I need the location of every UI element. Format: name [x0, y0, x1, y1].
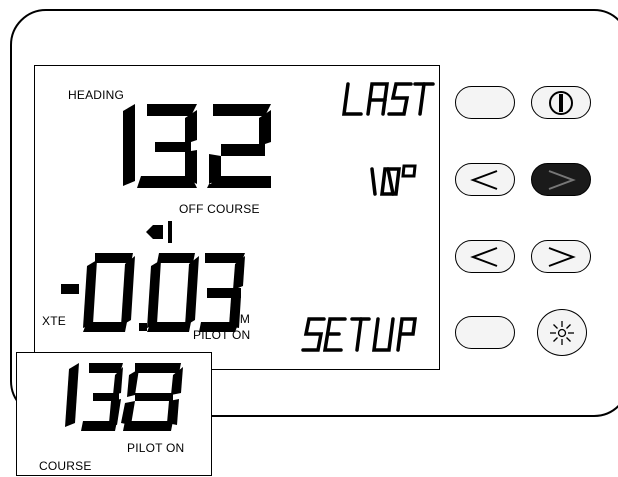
sun-icon — [550, 320, 574, 345]
off-course-label: OFF COURSE — [179, 202, 260, 216]
angle-text — [370, 164, 417, 196]
xte-digits — [61, 253, 245, 332]
backlight-button[interactable] — [537, 309, 587, 356]
power-icon — [549, 90, 573, 115]
last-text — [342, 82, 435, 116]
setup-text — [301, 317, 417, 352]
chevron-left-icon — [470, 169, 498, 190]
course-label: COURSE — [39, 459, 92, 473]
lcd-screen: HEADING OFF COURSE XTE NM PILOT ON — [34, 65, 440, 370]
blank-button-1[interactable] — [455, 86, 515, 119]
right-arrow-button-1[interactable] — [531, 163, 591, 196]
heading-label: HEADING — [68, 88, 125, 102]
heading-digits — [123, 104, 271, 188]
course-inset: PILOT ON COURSE — [16, 352, 212, 476]
blank-button-2[interactable] — [455, 316, 515, 349]
left-arrow-button-2[interactable] — [455, 240, 515, 273]
inset-pilot-on-label: PILOT ON — [127, 441, 185, 455]
nm-label: NM — [231, 312, 251, 326]
off-course-arrow — [146, 221, 172, 243]
left-arrow-button-1[interactable] — [455, 163, 515, 196]
chevron-right-icon — [548, 169, 576, 190]
right-arrow-button-2[interactable] — [531, 240, 591, 273]
chevron-left-icon — [470, 246, 498, 267]
chevron-right-icon — [548, 246, 576, 267]
power-button[interactable] — [531, 86, 591, 119]
xte-label: XTE — [42, 314, 66, 328]
pilot-on-label: PILOT ON — [193, 328, 251, 342]
